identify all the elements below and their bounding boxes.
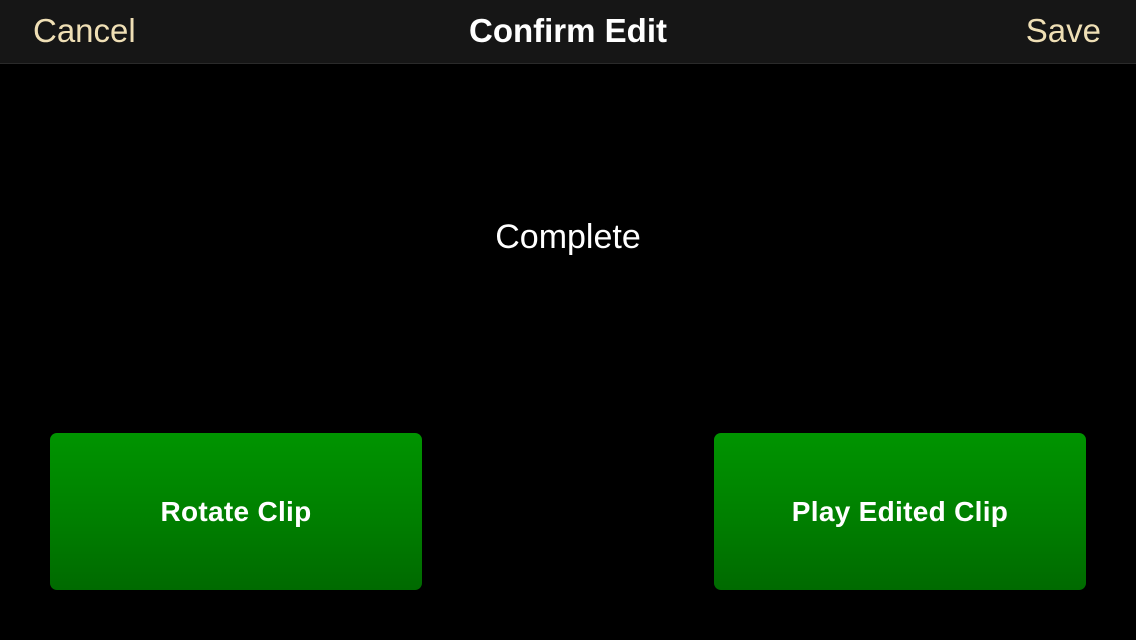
rotate-clip-button[interactable]: Rotate Clip bbox=[50, 433, 422, 590]
confirm-edit-screen: Cancel Confirm Edit Save Complete Rotate… bbox=[0, 0, 1136, 640]
play-edited-clip-label: Play Edited Clip bbox=[791, 496, 1009, 527]
status-text: Complete bbox=[495, 218, 641, 256]
save-button[interactable]: Save bbox=[1026, 0, 1101, 64]
page-title: Confirm Edit bbox=[469, 12, 667, 49]
cancel-button[interactable]: Cancel bbox=[33, 0, 136, 64]
play-edited-clip-button[interactable]: Play Edited Clip bbox=[714, 433, 1086, 590]
navigation-bar: Cancel Confirm Edit Save bbox=[0, 0, 1136, 64]
rotate-clip-label: Rotate Clip bbox=[160, 496, 312, 527]
